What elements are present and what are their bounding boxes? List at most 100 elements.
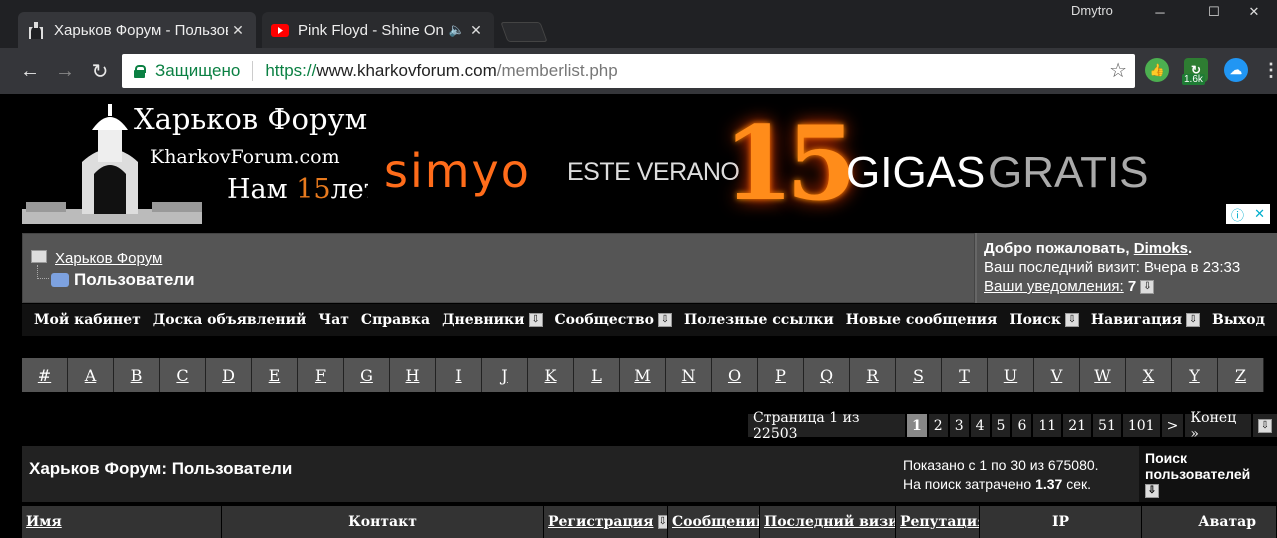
column-header[interactable]: Сообщений: [668, 506, 760, 538]
menu-item[interactable]: Дневники ⇩: [442, 312, 543, 328]
letter-link[interactable]: S: [896, 358, 942, 392]
letter-link[interactable]: V: [1034, 358, 1080, 392]
letter-link[interactable]: J: [482, 358, 528, 392]
folder-icon: [31, 250, 47, 263]
info-icon[interactable]: ⓘ: [1231, 205, 1244, 224]
search-time-prefix: На поиск затрачено: [903, 476, 1036, 492]
letter-link[interactable]: F: [298, 358, 344, 392]
letter-link[interactable]: Y: [1172, 358, 1218, 392]
menu-item[interactable]: Навигация ⇩: [1091, 312, 1201, 328]
reload-icon[interactable]: ↻: [87, 58, 113, 84]
forward-arrow-icon[interactable]: →: [52, 58, 78, 84]
letter-link[interactable]: P: [758, 358, 804, 392]
letter-link[interactable]: B: [114, 358, 160, 392]
dropdown-arrow-icon[interactable]: ⇩: [1140, 280, 1155, 295]
letter-link[interactable]: M: [620, 358, 666, 392]
close-ad-icon[interactable]: ✕: [1254, 206, 1265, 222]
page-link[interactable]: Конец »: [1185, 410, 1251, 442]
letter-link[interactable]: R: [850, 358, 896, 392]
menu-item[interactable]: Выход: [1212, 312, 1265, 328]
letter-link[interactable]: N: [666, 358, 712, 392]
new-tab-button[interactable]: [500, 22, 548, 42]
page-link[interactable]: >: [1161, 414, 1184, 437]
page: Харьков Форум KharkovForum.com Нам 15лет…: [0, 94, 1277, 538]
site-logo[interactable]: Харьков Форум KharkovForum.com Нам 15лет…: [22, 94, 390, 233]
column-header-label: Аватар: [1198, 514, 1256, 530]
dropdown-arrow-icon[interactable]: ⇩: [528, 313, 543, 327]
column-header[interactable]: Имя: [22, 506, 222, 538]
letter-link[interactable]: Q: [804, 358, 850, 392]
letter-link[interactable]: O: [712, 358, 758, 392]
site-header: Харьков Форум KharkovForum.com Нам 15лет…: [22, 94, 1277, 233]
letter-link[interactable]: A: [68, 358, 114, 392]
column-header[interactable]: Последний визит: [760, 506, 896, 538]
page-link[interactable]: 51: [1093, 414, 1121, 437]
username-link[interactable]: Dimoks: [1134, 240, 1188, 257]
letter-link[interactable]: K: [528, 358, 574, 392]
tab-close-icon[interactable]: ✕: [228, 22, 248, 39]
column-header[interactable]: Регистрация ⇩: [544, 506, 668, 538]
breadcrumb-root-link[interactable]: Харьков Форум: [55, 250, 162, 267]
window-close-icon[interactable]: ✕: [1231, 0, 1277, 24]
cloud-extension-icon[interactable]: ☁: [1224, 58, 1248, 82]
letter-link[interactable]: D: [206, 358, 252, 392]
page-jump-dropdown[interactable]: ⇩: [1253, 414, 1277, 437]
menu-item[interactable]: Мой кабинет: [34, 312, 141, 328]
minimize-icon[interactable]: ─: [1137, 0, 1183, 24]
page-link[interactable]: 3: [949, 414, 969, 437]
dropdown-arrow-icon[interactable]: ⇩: [1064, 313, 1079, 327]
letter-link[interactable]: C: [160, 358, 206, 392]
results-count: Показано с 1 по 30 из 675080.: [903, 457, 1099, 473]
letter-link[interactable]: I: [436, 358, 482, 392]
back-arrow-icon[interactable]: ←: [17, 58, 43, 84]
sort-arrow-icon[interactable]: ⇩: [657, 515, 667, 529]
ad-banner[interactable]: simyo ESTE VERANO 15 GIGAS GRATIS: [368, 104, 1277, 224]
profile-name[interactable]: Dmytro: [1071, 3, 1113, 18]
tab-youtube[interactable]: Pink Floyd - Shine On You Crazy Diamond …: [262, 12, 494, 48]
menu-item[interactable]: Доска объявлений: [153, 312, 307, 328]
bookmark-star-icon[interactable]: ☆: [1109, 58, 1127, 83]
letter-link[interactable]: U: [988, 358, 1034, 392]
menu-item[interactable]: Поиск ⇩: [1009, 312, 1079, 328]
thumbs-up-extension-icon[interactable]: 👍: [1145, 58, 1169, 82]
letter-link[interactable]: W: [1080, 358, 1126, 392]
tab-close-icon[interactable]: ✕: [466, 22, 486, 39]
menu-item[interactable]: Новые сообщения: [846, 312, 998, 328]
letter-link[interactable]: G: [344, 358, 390, 392]
column-header-label: Контакт: [348, 514, 417, 530]
page-link[interactable]: 2: [928, 414, 948, 437]
letter-link[interactable]: H: [390, 358, 436, 392]
dropdown-arrow-icon[interactable]: ⇩: [657, 313, 672, 327]
notifications-link[interactable]: Ваши уведомления:: [984, 278, 1124, 295]
dropdown-arrow-icon[interactable]: ⇩: [1258, 418, 1272, 433]
menu-item[interactable]: Чат: [318, 312, 349, 328]
tab-kharkovforum[interactable]: Харьков Форум - Пользователи ✕: [18, 12, 256, 48]
letter-link[interactable]: #: [22, 358, 68, 392]
letter-link[interactable]: T: [942, 358, 988, 392]
welcome-panel: Добро пожаловать, Dimoks. Ваш последний …: [977, 233, 1277, 303]
page-link[interactable]: 4: [970, 414, 990, 437]
menu-item[interactable]: Сообщество ⇩: [555, 312, 672, 328]
page-link[interactable]: 21: [1063, 414, 1092, 437]
menu-item[interactable]: Полезные ссылки: [684, 312, 834, 328]
menu-item[interactable]: Справка: [361, 312, 430, 328]
menu-dots-icon[interactable]: ⋮: [1259, 58, 1277, 82]
letter-link[interactable]: E: [252, 358, 298, 392]
page-link[interactable]: 6: [1012, 414, 1032, 437]
address-bar[interactable]: Защищено https://www.kharkovforum.com/me…: [122, 54, 1135, 88]
letter-link[interactable]: Z: [1218, 358, 1264, 392]
url-host: www.kharkovforum.com: [316, 61, 497, 80]
column-header[interactable]: Репутация: [896, 506, 980, 538]
adchoices-badge[interactable]: ⓘ ✕: [1226, 204, 1270, 224]
search-users-button[interactable]: Поиск пользователей ⇩: [1139, 446, 1277, 502]
page-link[interactable]: 101: [1122, 414, 1160, 437]
ad-gratis: GRATIS: [988, 148, 1149, 197]
page-link[interactable]: 5: [991, 414, 1011, 437]
letter-link[interactable]: X: [1126, 358, 1172, 392]
page-link[interactable]: 1: [907, 414, 927, 437]
dropdown-arrow-icon[interactable]: ⇩: [1186, 313, 1201, 327]
letter-link[interactable]: L: [574, 358, 620, 392]
speaker-icon[interactable]: 🔈: [448, 22, 466, 38]
dropdown-arrow-icon[interactable]: ⇩: [1145, 484, 1159, 499]
page-link[interactable]: 11: [1033, 414, 1062, 437]
